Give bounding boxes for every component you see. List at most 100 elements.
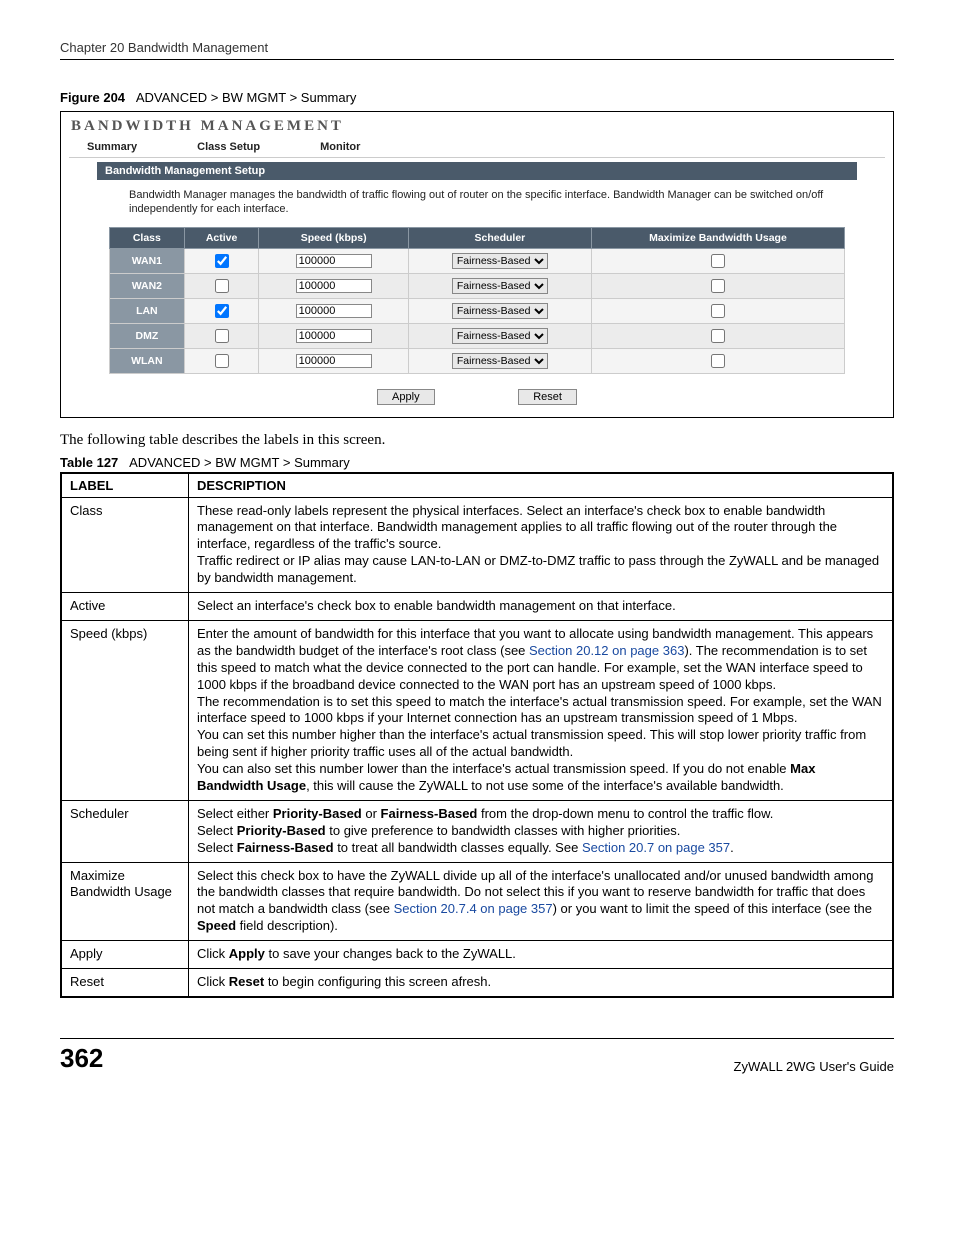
speed-cell: [259, 298, 408, 323]
col-max: Maximize Bandwidth Usage: [591, 227, 844, 248]
row-max: Maximize Bandwidth Usage Select this che…: [61, 862, 893, 941]
page-number: 362: [60, 1043, 103, 1074]
active-checkbox[interactable]: [215, 279, 229, 293]
speed-cell: [259, 323, 408, 348]
text: to treat all bandwidth classes equally. …: [334, 840, 582, 855]
text: to begin configuring this screen afresh.: [264, 974, 491, 989]
text: Traffic redirect or IP alias may cause L…: [197, 553, 879, 585]
active-checkbox[interactable]: [215, 354, 229, 368]
col-scheduler: Scheduler: [408, 227, 591, 248]
max-cell: [591, 348, 844, 373]
text: Click: [197, 974, 229, 989]
active-cell: [184, 323, 259, 348]
screenshot-tabs: Summary Class Setup Monitor: [69, 139, 885, 158]
class-cell: WAN2: [110, 273, 185, 298]
scheduler-select[interactable]: Fairness-Based: [452, 253, 548, 269]
screenshot-buttons: Apply Reset: [69, 388, 885, 405]
link-section-20-7[interactable]: Section 20.7 on page 357: [582, 840, 730, 855]
scheduler-select[interactable]: Fairness-Based: [452, 278, 548, 294]
active-cell: [184, 248, 259, 273]
active-checkbox[interactable]: [215, 329, 229, 343]
table-label: Table 127: [60, 455, 118, 470]
max-cell: [591, 298, 844, 323]
speed-input[interactable]: [296, 329, 372, 343]
speed-input[interactable]: [296, 354, 372, 368]
screenshot-title: BANDWIDTH MANAGEMENT: [71, 118, 885, 135]
label-active: Active: [61, 593, 189, 621]
screenshot-description: Bandwidth Manager manages the bandwidth …: [129, 188, 845, 217]
scheduler-select[interactable]: Fairness-Based: [452, 303, 548, 319]
scheduler-cell: Fairness-Based: [408, 298, 591, 323]
active-cell: [184, 348, 259, 373]
text: Select: [197, 823, 237, 838]
link-section-20-7-4[interactable]: Section 20.7.4 on page 357: [394, 901, 553, 916]
text: You can set this number higher than the …: [197, 727, 866, 759]
max-checkbox[interactable]: [711, 354, 725, 368]
text: or: [362, 806, 381, 821]
max-cell: [591, 323, 844, 348]
col-class: Class: [110, 227, 185, 248]
col-active: Active: [184, 227, 259, 248]
speed-cell: [259, 348, 408, 373]
reset-button[interactable]: Reset: [518, 389, 577, 405]
max-cell: [591, 248, 844, 273]
desc-apply: Click Apply to save your changes back to…: [189, 941, 894, 969]
active-cell: [184, 298, 259, 323]
speed-input[interactable]: [296, 279, 372, 293]
label-reset: Reset: [61, 968, 189, 996]
table-path: ADVANCED > BW MGMT > Summary: [129, 455, 350, 470]
speed-input[interactable]: [296, 254, 372, 268]
row-speed: Speed (kbps) Enter the amount of bandwid…: [61, 620, 893, 800]
max-checkbox[interactable]: [711, 304, 725, 318]
row-scheduler: Scheduler Select either Priority-Based o…: [61, 800, 893, 862]
text: Select either: [197, 806, 273, 821]
scheduler-select[interactable]: Fairness-Based: [452, 328, 548, 344]
link-section-20-12[interactable]: Section 20.12 on page 363: [529, 643, 684, 658]
desc-max: Select this check box to have the ZyWALL…: [189, 862, 894, 941]
section-bar: Bandwidth Management Setup: [97, 162, 857, 180]
max-cell: [591, 273, 844, 298]
text: , this will cause the ZyWALL to not use …: [306, 778, 784, 793]
screenshot: BANDWIDTH MANAGEMENT Summary Class Setup…: [60, 111, 894, 418]
max-checkbox[interactable]: [711, 329, 725, 343]
figure-label: Figure 204: [60, 90, 125, 105]
table-row: DMZ Fairness-Based: [110, 323, 845, 348]
class-cell: LAN: [110, 298, 185, 323]
speed-cell: [259, 273, 408, 298]
max-checkbox[interactable]: [711, 254, 725, 268]
class-cell: DMZ: [110, 323, 185, 348]
bold: Speed: [197, 918, 236, 933]
row-active: Active Select an interface's check box t…: [61, 593, 893, 621]
active-cell: [184, 273, 259, 298]
bold: Priority-Based: [273, 806, 362, 821]
text: ) or you want to limit the speed of this…: [553, 901, 872, 916]
active-checkbox[interactable]: [215, 254, 229, 268]
tab-monitor[interactable]: Monitor: [320, 139, 360, 155]
table-row: LAN Fairness-Based: [110, 298, 845, 323]
guide-name: ZyWALL 2WG User's Guide: [734, 1059, 894, 1074]
desc-scheduler: Select either Priority-Based or Fairness…: [189, 800, 894, 862]
apply-button[interactable]: Apply: [377, 389, 435, 405]
max-checkbox[interactable]: [711, 279, 725, 293]
label-scheduler: Scheduler: [61, 800, 189, 862]
speed-cell: [259, 248, 408, 273]
bold: Priority-Based: [237, 823, 326, 838]
text: to save your changes back to the ZyWALL.: [265, 946, 516, 961]
row-reset: Reset Click Reset to begin configuring t…: [61, 968, 893, 996]
text: The recommendation is to set this speed …: [197, 694, 882, 726]
row-apply: Apply Click Apply to save your changes b…: [61, 941, 893, 969]
active-checkbox[interactable]: [215, 304, 229, 318]
tab-class-setup[interactable]: Class Setup: [197, 139, 260, 155]
class-cell: WLAN: [110, 348, 185, 373]
text: You can also set this number lower than …: [197, 761, 790, 776]
text: .: [730, 840, 734, 855]
tab-summary[interactable]: Summary: [87, 139, 137, 155]
bold: Fairness-Based: [381, 806, 478, 821]
speed-input[interactable]: [296, 304, 372, 318]
scheduler-select[interactable]: Fairness-Based: [452, 353, 548, 369]
text: Select: [197, 840, 237, 855]
desc-speed: Enter the amount of bandwidth for this i…: [189, 620, 894, 800]
table-row: WLAN Fairness-Based: [110, 348, 845, 373]
bold: Reset: [229, 974, 264, 989]
page-footer: 362 ZyWALL 2WG User's Guide: [60, 1038, 894, 1074]
